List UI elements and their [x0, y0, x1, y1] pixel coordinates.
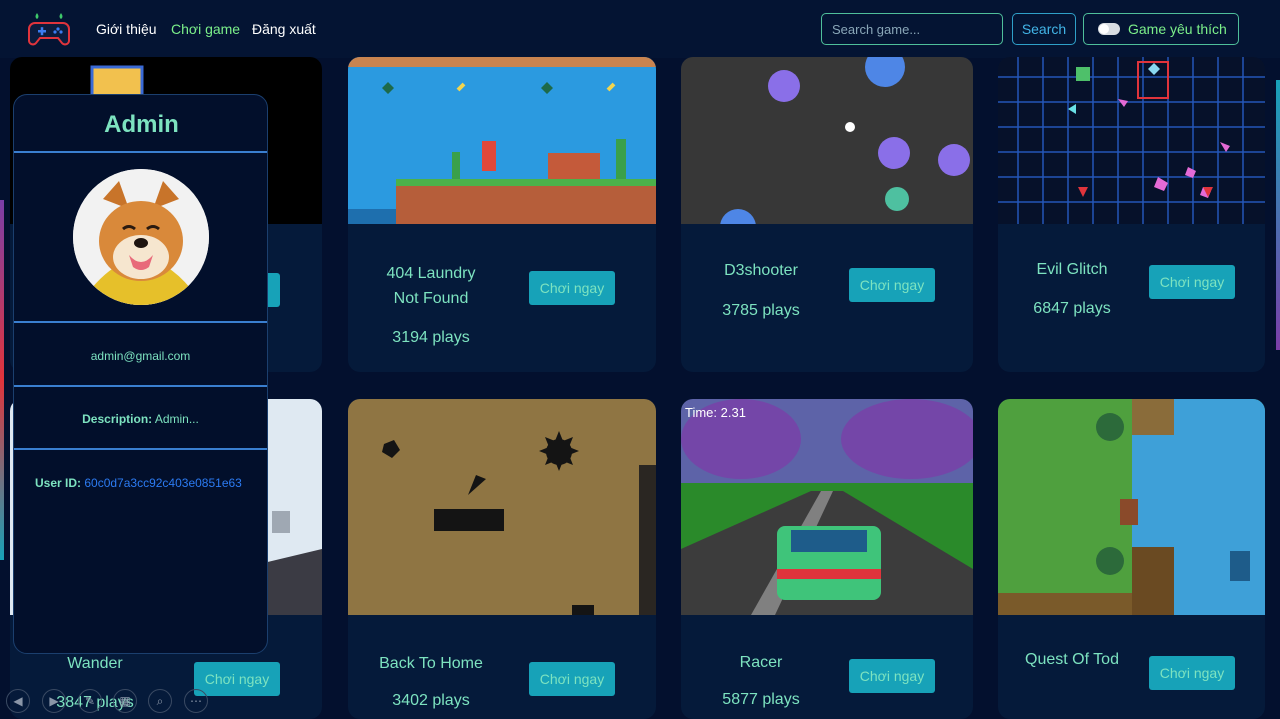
gamepad-logo-icon[interactable]: [27, 9, 71, 49]
game-card: Back To Home 3402 plays Chơi ngay: [348, 399, 656, 719]
zoom-icon[interactable]: ⌕: [148, 689, 172, 713]
top-navbar: Giới thiệu Chơi game Đăng xuất Search Ga…: [0, 0, 1280, 58]
game-title: Evil Glitch: [1036, 261, 1108, 278]
game-title: Wander: [67, 655, 123, 672]
description-value: Admin...: [154, 412, 199, 426]
divider: [14, 321, 267, 323]
description-label: Description:: [82, 412, 153, 426]
nav-link-about[interactable]: Giới thiệu: [96, 21, 157, 37]
game-title: 404 Laundry Not Found: [386, 265, 476, 307]
left-edge-glow: [0, 200, 4, 560]
game-thumbnail[interactable]: [348, 57, 656, 224]
game-card: Evil Glitch 6847 plays Chơi ngay: [998, 57, 1265, 372]
divider: [14, 385, 267, 387]
game-plays: 5877 plays: [722, 691, 800, 708]
user-id-label: User ID:: [35, 476, 82, 490]
play-now-button[interactable]: Chơi ngay: [529, 662, 615, 696]
racer-hud-timer: Time: 2.31: [685, 405, 746, 420]
play-now-button[interactable]: Chơi ngay: [849, 659, 935, 693]
play-now-button[interactable]: Chơi ngay: [1149, 265, 1235, 299]
game-card: D3shooter 3785 plays Chơi ngay: [681, 57, 973, 372]
nav-link-play-game[interactable]: Chơi game: [171, 21, 240, 37]
grid-icon[interactable]: ▦: [113, 689, 137, 713]
pen-icon[interactable]: ✎: [78, 689, 102, 713]
profile-name: Admin: [104, 111, 179, 138]
play-now-button[interactable]: Chơi ngay: [849, 268, 935, 302]
game-title: Racer: [739, 654, 783, 671]
favorite-games-toggle[interactable]: Game yêu thích: [1083, 13, 1239, 45]
game-thumbnail[interactable]: Time: 2.31: [681, 399, 973, 615]
game-thumbnail[interactable]: [998, 57, 1265, 224]
divider: [14, 151, 267, 153]
profile-user-id: User ID: 60c0d7a3cc92c403e0851e63: [35, 476, 242, 490]
game-plays: 3785 plays: [722, 302, 800, 319]
profile-panel: Admin admin@gmail.com Description: Admin…: [13, 94, 268, 654]
game-title: Quest Of Tod: [1025, 651, 1119, 668]
game-card: 404 Laundry Not Found 3194 plays Chơi ng…: [348, 57, 656, 372]
search-input[interactable]: [821, 13, 1003, 45]
nav-link-logout[interactable]: Đăng xuất: [252, 21, 316, 37]
next-icon[interactable]: ▶: [42, 689, 66, 713]
game-thumbnail[interactable]: [348, 399, 656, 615]
play-now-button[interactable]: Chơi ngay: [529, 271, 615, 305]
search-button[interactable]: Search: [1012, 13, 1076, 45]
more-icon[interactable]: ⋯: [184, 689, 208, 713]
game-title: Back To Home: [379, 655, 483, 672]
game-card: Quest Of Tod Chơi ngay: [998, 399, 1265, 719]
favorite-games-label: Game yêu thích: [1128, 21, 1227, 37]
toggle-switch-icon[interactable]: [1098, 23, 1120, 35]
game-plays: 6847 plays: [1033, 300, 1111, 317]
scrollbar[interactable]: [1276, 80, 1280, 350]
profile-email: admin@gmail.com: [90, 349, 191, 363]
profile-description: Description: Admin...: [14, 412, 267, 426]
play-now-button[interactable]: Chơi ngay: [1149, 656, 1235, 690]
game-plays: 3402 plays: [392, 692, 470, 709]
game-thumbnail[interactable]: [681, 57, 973, 224]
user-id-value: 60c0d7a3cc92c403e0851e63: [84, 476, 242, 490]
game-thumbnail[interactable]: [998, 399, 1265, 615]
game-plays: 3194 plays: [392, 329, 470, 346]
prev-icon[interactable]: ◀: [6, 689, 30, 713]
divider: [14, 448, 267, 450]
avatar: [73, 169, 209, 305]
shiba-avatar-icon: [73, 169, 209, 305]
game-title: D3shooter: [724, 262, 798, 279]
game-card: Time: 2.31 Racer 5877 plays Chơi ngay: [681, 399, 973, 719]
play-now-button[interactable]: Chơi ngay: [194, 662, 280, 696]
